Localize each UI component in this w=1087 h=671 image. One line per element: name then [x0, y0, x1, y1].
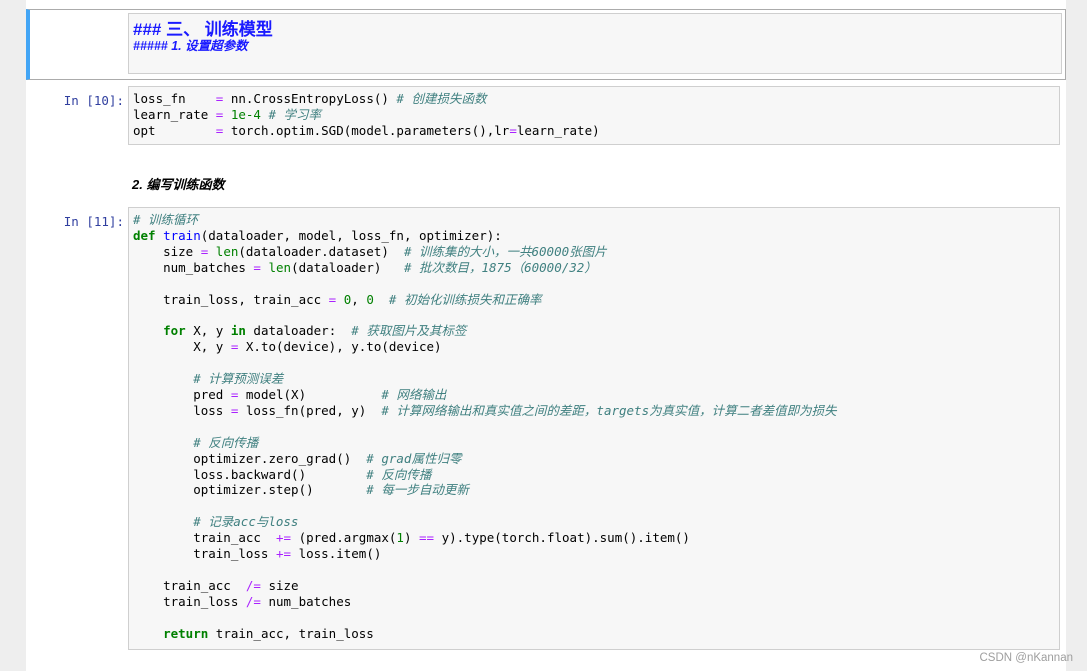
code-token: # 反向传播	[366, 466, 432, 482]
markdown-heading: ### 三、 训练模型	[133, 20, 273, 39]
code-token: # 训练循环	[133, 212, 199, 227]
code-token: return	[163, 625, 209, 641]
markdown-subheading: ##### 1. 设置超参数	[133, 39, 248, 53]
code-token: loss	[133, 402, 231, 418]
code-text[interactable]: loss_fn = nn.CrossEntropyLoss() # 创建损失函数…	[129, 87, 1059, 139]
code-token: len	[268, 259, 292, 275]
code-token: # 记录acc与loss	[193, 514, 299, 530]
code-token: # 获取图片及其标签	[351, 323, 467, 339]
code-token: dataloader:	[245, 323, 352, 339]
code-token: size	[133, 243, 201, 259]
code-token: /=	[245, 593, 261, 609]
code-token: 1	[396, 530, 404, 546]
code-token: =	[509, 122, 517, 138]
code-token: y).type(torch.float).sum().item()	[434, 530, 690, 546]
code-token: +=	[276, 530, 292, 546]
code-token: learn_rate)	[516, 122, 600, 138]
code-token: optimizer.zero_grad()	[133, 450, 367, 466]
code-token: loss.item()	[291, 546, 382, 562]
code-token: size	[260, 577, 299, 593]
code-token: (pred.argmax(	[291, 530, 397, 546]
markdown-text: 2. 编写训练函数	[132, 177, 225, 192]
code-token: # 训练集的大小，一共60000张图片	[403, 243, 607, 259]
code-token: X, y	[133, 339, 231, 355]
code-token: ==	[419, 530, 435, 546]
code-token: train_acc, train_loss	[208, 625, 374, 641]
code-token: /=	[245, 577, 261, 593]
markdown-cell-rendered[interactable]: 2. 编写训练函数	[26, 172, 1066, 194]
markdown-cell-selected[interactable]: ### 三、 训练模型 ##### 1. 设置超参数	[26, 9, 1066, 80]
cell-prompt: In [11]:	[63, 214, 124, 229]
code-token: +=	[276, 546, 292, 562]
code-token: pred	[133, 386, 231, 402]
code-token: train_acc	[133, 530, 276, 546]
code-token: num_batches	[133, 259, 254, 275]
code-token: (dataloader, model, loss_fn, optimizer):	[200, 227, 502, 243]
code-token: =	[253, 259, 261, 275]
code-token: # 初始化训练损失和正确率	[388, 291, 542, 307]
code-token: )	[403, 530, 420, 546]
code-token: model(X)	[238, 386, 382, 402]
code-token: def	[133, 227, 156, 243]
watermark: CSDN @nKannan	[979, 652, 1074, 664]
code-token: train	[163, 227, 201, 243]
code-token: # 计算预测误差	[193, 371, 284, 387]
code-token: train_loss, train_acc	[133, 291, 329, 307]
code-text[interactable]: # 训练循环 def train(dataloader, model, loss…	[129, 208, 1059, 641]
code-token: train_acc	[133, 577, 246, 593]
code-token: # 批次数目，1875（60000/32）	[403, 259, 597, 275]
code-token: loss_fn	[133, 91, 216, 106]
code-token: num_batches	[260, 593, 352, 609]
code-token: learn_rate	[133, 106, 216, 122]
code-editor[interactable]: # 训练循环 def train(dataloader, model, loss…	[128, 207, 1060, 650]
code-token: ,	[351, 291, 367, 307]
code-token: # 反向传播	[193, 434, 259, 450]
code-cell-11[interactable]: In [11]: # 训练循环 def train(dataloader, mo…	[26, 207, 1066, 651]
code-token: torch.optim.SGD(model.parameters(),lr	[223, 122, 510, 138]
code-token: nn.CrossEntropyLoss()	[223, 91, 397, 106]
code-token: 1e-4	[230, 106, 261, 122]
code-token: in	[230, 323, 246, 339]
code-token: X, y	[185, 323, 231, 339]
code-token: # 学习率	[268, 106, 322, 122]
code-editor[interactable]: loss_fn = nn.CrossEntropyLoss() # 创建损失函数…	[128, 86, 1060, 145]
code-token: 0	[366, 291, 374, 307]
code-token: # 计算网络输出和真实值之间的差距，targets为真实值，计算二者差值即为损失	[381, 402, 837, 418]
code-token: # grad属性归零	[366, 450, 462, 466]
code-token: (dataloader.dataset)	[238, 243, 404, 259]
notebook-container: ### 三、 训练模型 ##### 1. 设置超参数 In [10]: loss…	[26, 0, 1066, 671]
code-token: # 网络输出	[381, 386, 447, 402]
code-token: loss_fn(pred, y)	[238, 402, 382, 418]
code-token: train_loss	[133, 593, 246, 609]
code-token: opt	[133, 122, 216, 138]
code-token: # 每一步自动更新	[366, 482, 469, 498]
code-token: # 创建损失函数	[396, 91, 487, 106]
markdown-editor[interactable]: ### 三、 训练模型 ##### 1. 设置超参数	[128, 13, 1062, 74]
markdown-rendered-text: 2. 编写训练函数	[132, 174, 224, 193]
code-cell-10[interactable]: In [10]: loss_fn = nn.CrossEntropyLoss()…	[26, 86, 1066, 146]
code-token: loss.backward()	[133, 466, 367, 482]
code-token: len	[215, 243, 239, 259]
code-token: train_loss	[133, 546, 276, 562]
code-token: (dataloader)	[291, 259, 404, 275]
cell-prompt: In [10]:	[63, 93, 124, 108]
code-token: for	[163, 323, 186, 339]
code-token: X.to(device), y.to(device)	[238, 339, 442, 355]
code-token: optimizer.step()	[133, 482, 367, 498]
